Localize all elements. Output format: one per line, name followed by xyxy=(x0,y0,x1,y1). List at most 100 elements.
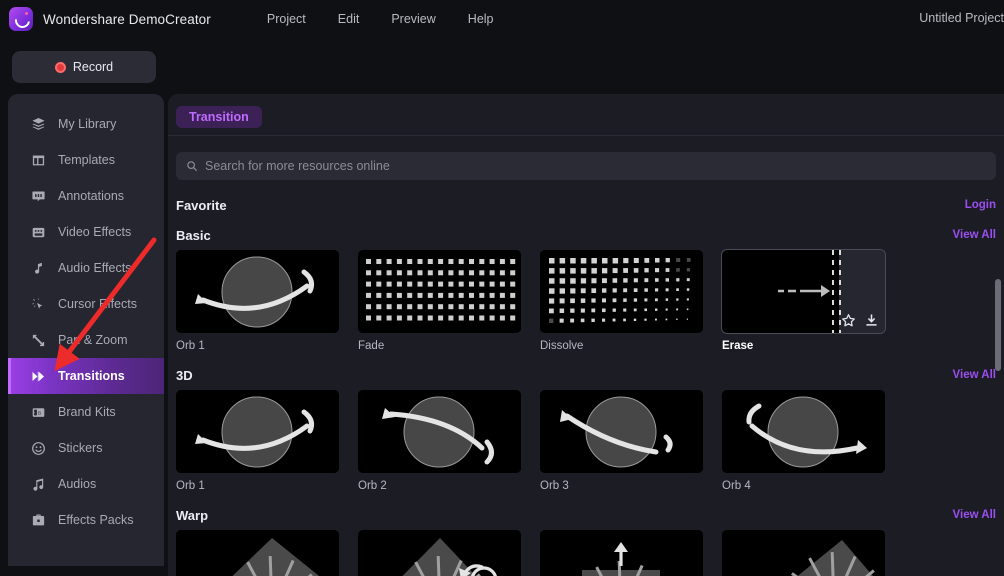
app-window: Wondershare DemoCreator Project Edit Pre… xyxy=(0,0,1004,576)
transition-thumbnail[interactable] xyxy=(176,250,339,333)
menu-preview[interactable]: Preview xyxy=(375,8,451,30)
tab-transition[interactable]: Transition xyxy=(176,106,262,128)
app-logo-icon xyxy=(9,7,33,31)
section-link[interactable]: View All xyxy=(953,229,996,241)
cursor-sparkle-icon xyxy=(30,296,46,312)
transition-icon xyxy=(30,368,46,384)
sidebar-item-label: Annotations xyxy=(58,189,125,203)
record-button[interactable]: Record xyxy=(12,51,156,83)
music-note-icon xyxy=(30,260,46,276)
record-dot-icon xyxy=(54,61,66,73)
sidebar-item-label: Transitions xyxy=(58,369,125,383)
search-icon xyxy=(186,160,198,172)
transition-name: Orb 4 xyxy=(722,480,751,492)
transition-name: Orb 2 xyxy=(358,480,387,492)
sidebar-item-transitions[interactable]: Transitions xyxy=(8,358,164,394)
section-title: Favorite xyxy=(176,197,227,213)
transition-card[interactable]: Orb 1 xyxy=(176,250,339,352)
transition-card[interactable]: Orb 2 xyxy=(358,390,521,492)
transition-thumbnail[interactable] xyxy=(358,390,521,473)
sidebar-item-templates[interactable]: Templates xyxy=(8,142,164,178)
transition-card[interactable] xyxy=(540,530,703,576)
section-link[interactable]: View All xyxy=(953,509,996,521)
transition-thumbnail[interactable] xyxy=(722,390,885,473)
transition-card[interactable] xyxy=(176,530,339,576)
transition-card[interactable] xyxy=(358,530,521,576)
sidebar-item-my-library[interactable]: My Library xyxy=(8,106,164,142)
favorite-star-icon[interactable] xyxy=(840,312,857,329)
sidebar-item-label: Audios xyxy=(58,477,97,491)
sidebar: My Library Templates Annotations Video Effe… xyxy=(8,94,164,566)
title-bar: Wondershare DemoCreator Project Edit Pre… xyxy=(0,0,1004,38)
transition-card[interactable]: Fade xyxy=(358,250,521,352)
transition-thumbnail[interactable] xyxy=(176,530,339,576)
sidebar-item-effects-packs[interactable]: Effects Packs xyxy=(8,502,164,538)
sidebar-item-video-effects[interactable]: Video Effects xyxy=(8,214,164,250)
speech-bubble-icon xyxy=(30,188,46,204)
layers-icon xyxy=(30,116,46,132)
transition-thumbnail[interactable] xyxy=(358,250,521,333)
transition-thumbnail[interactable] xyxy=(722,530,885,576)
section-header-favorite: Favorite Login xyxy=(168,190,1004,220)
transition-thumbnail[interactable] xyxy=(540,530,703,576)
sidebar-item-label: Cursor Effects xyxy=(58,297,137,311)
record-label: Record xyxy=(72,60,114,74)
scrollbar-track[interactable] xyxy=(995,190,1001,576)
transition-name: Orb 1 xyxy=(176,340,205,352)
transition-name: Orb 1 xyxy=(176,480,205,492)
layout-icon xyxy=(30,152,46,168)
scrollbar-thumb[interactable] xyxy=(995,279,1001,371)
sidebar-item-cursor-effects[interactable]: Cursor Effects xyxy=(8,286,164,322)
transition-name: Fade xyxy=(358,340,385,352)
project-title: Untitled Project xyxy=(919,11,1004,25)
music-icon xyxy=(30,476,46,492)
smiley-icon xyxy=(30,440,46,456)
thumbnail-grid xyxy=(168,530,1004,576)
brand-kit-icon: B xyxy=(30,404,46,420)
transition-card[interactable]: Erase xyxy=(721,249,886,352)
transition-card[interactable]: Dissolve xyxy=(540,250,703,352)
sidebar-item-label: Brand Kits xyxy=(58,405,116,419)
toolbox-icon xyxy=(30,512,46,528)
transition-card[interactable]: Orb 3 xyxy=(540,390,703,492)
svg-text:B: B xyxy=(37,410,40,415)
transition-thumbnail[interactable] xyxy=(540,250,703,333)
search-bar[interactable] xyxy=(176,152,996,180)
sidebar-item-audio-effects[interactable]: Audio Effects xyxy=(8,250,164,286)
transition-name: Orb 3 xyxy=(540,480,569,492)
section-link[interactable]: Login xyxy=(965,199,996,211)
tab-row: Transition xyxy=(168,94,1004,136)
section-title: 3D xyxy=(176,367,193,383)
section-header-3d: 3D View All xyxy=(168,360,1004,390)
menu-project[interactable]: Project xyxy=(251,8,322,30)
transition-card[interactable]: Orb 4 xyxy=(722,390,885,492)
sidebar-item-label: Pan & Zoom xyxy=(58,333,128,347)
thumbnail-grid: Orb 1 Orb 2 Orb 3 Orb 4 xyxy=(168,390,1004,500)
menu-edit[interactable]: Edit xyxy=(322,8,376,30)
transition-thumbnail[interactable] xyxy=(358,530,521,576)
menu-help[interactable]: Help xyxy=(452,8,510,30)
sidebar-item-stickers[interactable]: Stickers xyxy=(8,430,164,466)
sidebar-item-label: Video Effects xyxy=(58,225,132,239)
app-name: Wondershare DemoCreator xyxy=(43,11,211,27)
transition-card[interactable]: Orb 1 xyxy=(176,390,339,492)
transition-thumbnail[interactable] xyxy=(540,390,703,473)
transition-name: Dissolve xyxy=(540,340,584,352)
transition-card[interactable] xyxy=(722,530,885,576)
transition-thumbnail[interactable] xyxy=(176,390,339,473)
download-icon[interactable] xyxy=(863,312,880,329)
sidebar-item-annotations[interactable]: Annotations xyxy=(8,178,164,214)
sidebar-item-brand-kits[interactable]: B Brand Kits xyxy=(8,394,164,430)
resource-panel: Transition Favorite Login Basic View All Orb… xyxy=(168,94,1004,576)
resource-sections: Favorite Login Basic View All Orb 1 Fade Disso… xyxy=(168,190,1004,576)
section-link[interactable]: View All xyxy=(953,369,996,381)
transition-thumbnail[interactable] xyxy=(721,249,886,334)
thumbnail-hover-actions xyxy=(840,312,880,329)
section-title: Warp xyxy=(176,507,209,523)
sidebar-item-audios[interactable]: Audios xyxy=(8,466,164,502)
search-input[interactable] xyxy=(205,159,905,173)
sidebar-item-label: Audio Effects xyxy=(58,261,132,275)
sidebar-item-label: My Library xyxy=(58,117,117,131)
sidebar-item-label: Templates xyxy=(58,153,115,167)
sidebar-item-pan-zoom[interactable]: Pan & Zoom xyxy=(8,322,164,358)
